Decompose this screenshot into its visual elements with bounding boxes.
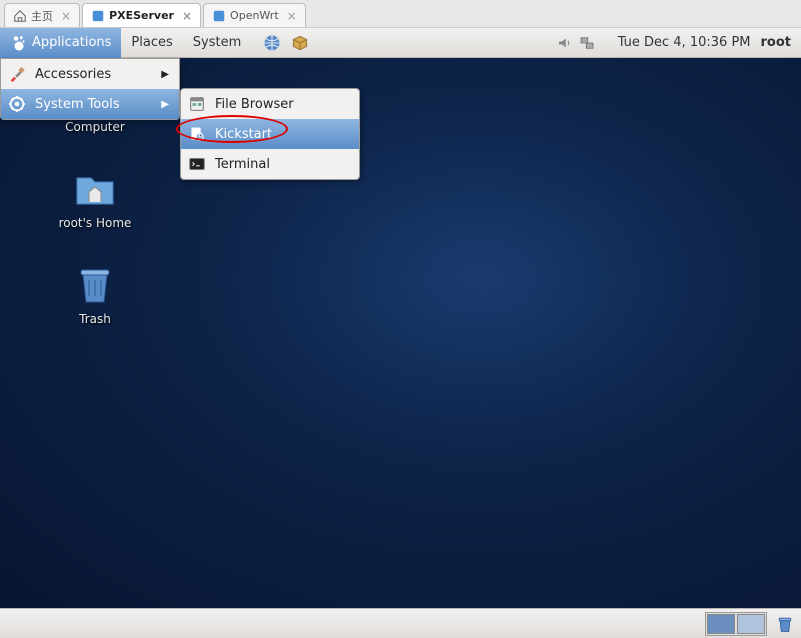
browser-tab-pxeserver[interactable]: PXEServer × (82, 3, 201, 27)
chevron-right-icon: ▶ (161, 99, 169, 110)
systemtools-submenu: File Browser Kickstart Terminal (180, 88, 360, 180)
bottom-panel (0, 608, 801, 638)
close-icon[interactable]: × (61, 9, 71, 23)
desktop-icon-trash[interactable]: Trash (50, 260, 140, 326)
workspace-1[interactable] (707, 614, 735, 634)
tab-label: OpenWrt (230, 9, 279, 22)
menu-label: System Tools (35, 97, 120, 112)
trash-icon (71, 260, 119, 308)
browser-tab-strip: 主页 × PXEServer × OpenWrt × (0, 0, 801, 28)
top-panel: Applications Places System Tue Dec 4, 10… (0, 28, 801, 58)
tab-label: PXEServer (109, 9, 174, 22)
kickstart-icon (187, 124, 207, 144)
panel-menus: Applications Places System (0, 28, 251, 58)
applications-menu: Accessories ▶ System Tools ▶ (0, 58, 180, 120)
menu-item-accessories[interactable]: Accessories ▶ (1, 59, 179, 89)
tab-label: 主页 (31, 8, 53, 24)
browser-tab-openwrt[interactable]: OpenWrt × (203, 3, 306, 27)
launcher-tray (261, 32, 311, 54)
menu-label: Accessories (35, 67, 111, 82)
clock[interactable]: Tue Dec 4, 10:36 PM (618, 35, 751, 50)
applications-menu-button[interactable]: Applications (0, 28, 121, 58)
package-launcher-icon[interactable] (289, 32, 311, 54)
menu-label: Kickstart (215, 127, 272, 142)
tab-icon (212, 9, 226, 23)
menu-item-filebrowser[interactable]: File Browser (181, 89, 359, 119)
desktop[interactable]: Computer root's Home Trash (0, 58, 801, 608)
tab-icon (91, 9, 105, 23)
filebrowser-icon (187, 94, 207, 114)
desktop-icon-home[interactable]: root's Home (50, 164, 140, 230)
network-icon[interactable] (576, 32, 598, 54)
browser-tab-home[interactable]: 主页 × (4, 3, 80, 27)
home-icon (13, 9, 27, 23)
workspace-2[interactable] (737, 614, 765, 634)
menu-label: Applications (32, 35, 111, 50)
volume-icon[interactable] (554, 32, 576, 54)
menu-item-terminal[interactable]: Terminal (181, 149, 359, 179)
close-icon[interactable]: × (182, 9, 192, 23)
menu-item-systemtools[interactable]: System Tools ▶ (1, 89, 179, 119)
icon-label: root's Home (59, 216, 132, 230)
accessories-icon (7, 64, 27, 84)
trash-applet-icon[interactable] (773, 612, 797, 636)
gnome-foot-icon (10, 34, 28, 52)
chevron-right-icon: ▶ (161, 69, 169, 80)
icon-label: Computer (65, 120, 125, 134)
menu-item-kickstart[interactable]: Kickstart (181, 119, 359, 149)
workspace-pager (705, 612, 767, 636)
icon-label: Trash (79, 312, 111, 326)
terminal-icon (187, 154, 207, 174)
browser-launcher-icon[interactable] (261, 32, 283, 54)
user-menu[interactable]: root (761, 35, 792, 50)
menu-label: File Browser (215, 97, 294, 112)
systemtools-icon (7, 94, 27, 114)
system-menu-button[interactable]: System (183, 28, 251, 58)
home-icon (71, 164, 119, 212)
menu-label: Terminal (215, 157, 270, 172)
close-icon[interactable]: × (287, 9, 297, 23)
menu-label: System (193, 35, 241, 50)
places-menu-button[interactable]: Places (121, 28, 182, 58)
menu-label: Places (131, 35, 172, 50)
